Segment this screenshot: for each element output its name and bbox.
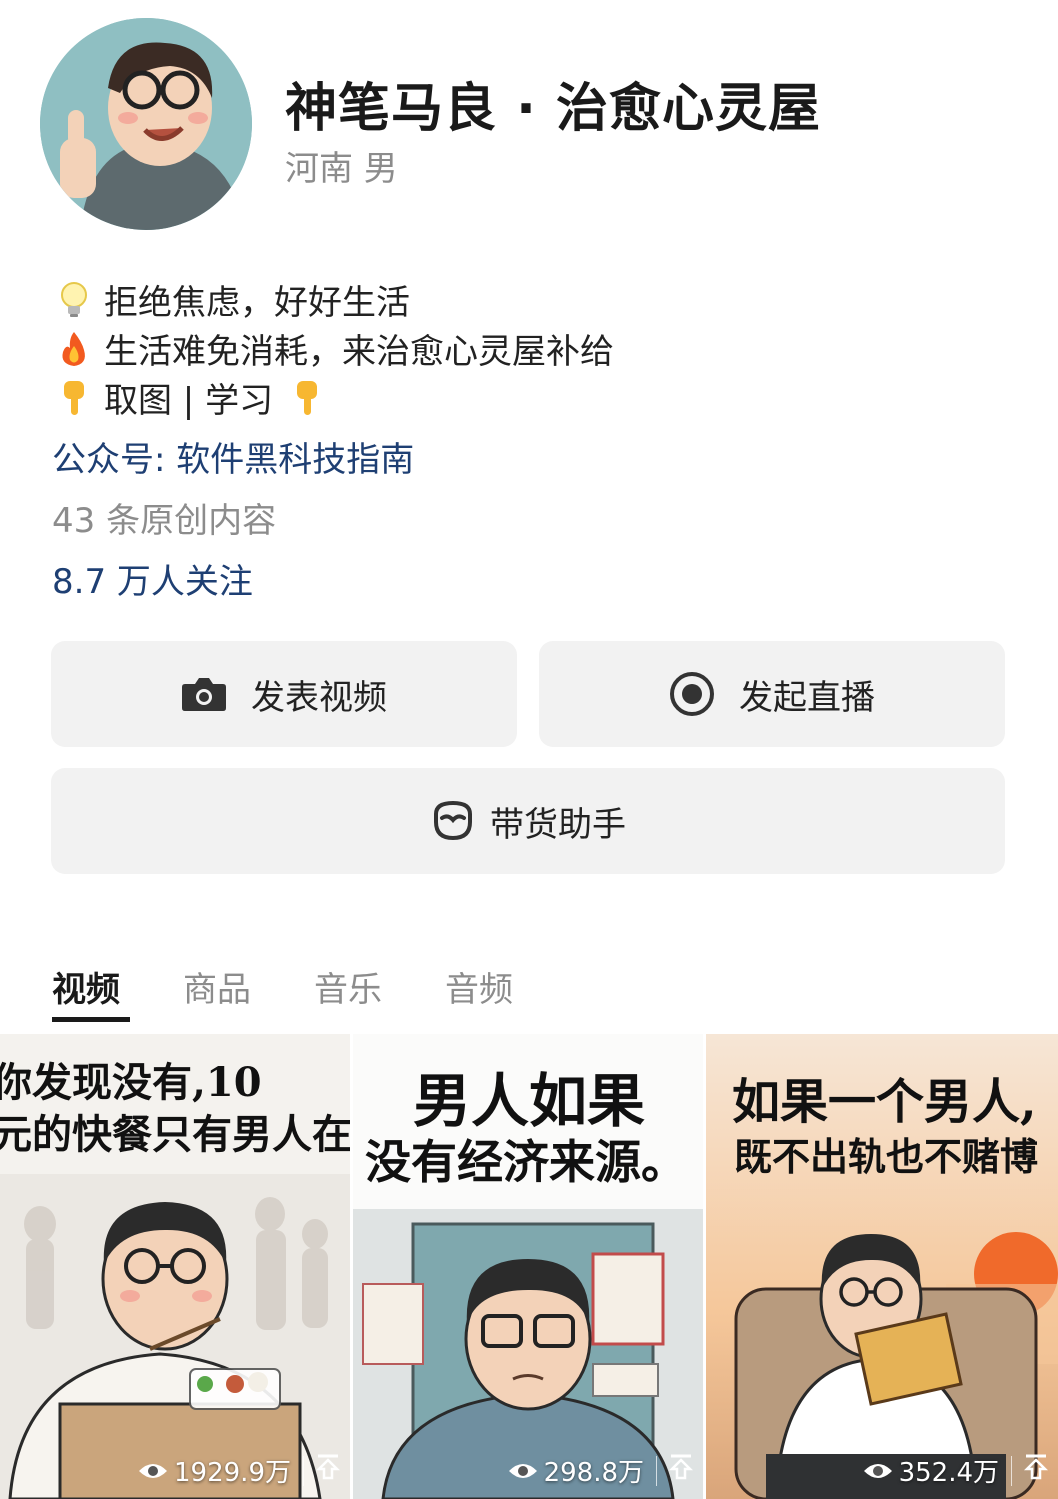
shop-helper-icon: [430, 800, 476, 842]
view-count: 298.8万: [543, 1458, 644, 1488]
video-stats: 352.4万: [863, 1452, 1049, 1489]
video-caption: 你发现没有,10: [0, 1059, 262, 1106]
video-caption: 既不出轨也不赌博: [734, 1134, 1039, 1179]
eye-icon: [863, 1461, 893, 1481]
bio-line: 拒绝焦虑，好好生活: [54, 275, 614, 324]
eye-icon: [138, 1461, 168, 1481]
tab-audio[interactable]: 音频: [445, 962, 513, 1020]
pin-top-icon[interactable]: [315, 1454, 341, 1487]
eye-icon: [508, 1461, 538, 1481]
video-stats: 298.8万: [508, 1452, 694, 1489]
post-video-label: 发表视频: [251, 677, 387, 718]
live-record-icon: [669, 671, 715, 717]
profile-name: 神笔马良 · 治愈心灵屋: [285, 79, 821, 139]
content-tabs: 视频 商品 音乐 音频: [52, 962, 576, 1022]
bio-text: 取图 | 学习: [104, 381, 274, 421]
profile-bio: 拒绝焦虑，好好生活 生活难免消耗，来治愈心灵屋补给 取图 | 学习: [54, 275, 614, 422]
pointing-down-icon: [54, 379, 94, 417]
video-grid: 你发现没有,10 元的快餐只有男人在吃 1929.9万: [0, 1034, 1058, 1499]
tab-products[interactable]: 商品: [183, 962, 251, 1020]
start-live-label: 发起直播: [739, 677, 875, 718]
start-live-button[interactable]: 发起直播: [539, 641, 1005, 747]
profile-meta: 河南 男: [285, 149, 398, 189]
tab-videos[interactable]: 视频: [52, 962, 130, 1022]
video-card[interactable]: 男人如果 没有经济来源。 298.8万: [353, 1034, 703, 1499]
view-count: 1929.9万: [174, 1458, 291, 1488]
shop-helper-label: 带货助手: [490, 804, 626, 845]
video-card[interactable]: 你发现没有,10 元的快餐只有男人在吃 1929.9万: [0, 1034, 350, 1499]
bio-text: 拒绝焦虑，好好生活: [104, 283, 410, 323]
tab-music[interactable]: 音乐: [314, 962, 382, 1020]
original-content-count: 43 条原创内容: [52, 501, 277, 541]
profile-avatar[interactable]: [40, 18, 252, 230]
view-count: 352.4万: [898, 1458, 999, 1488]
video-caption: 元的快餐只有男人在吃: [0, 1111, 350, 1158]
post-video-button[interactable]: 发表视频: [51, 641, 517, 747]
shop-helper-button[interactable]: 带货助手: [51, 768, 1005, 874]
pointing-down-icon: [287, 379, 327, 417]
camera-icon: [181, 676, 227, 712]
fire-icon: [54, 330, 94, 368]
lightbulb-icon: [54, 281, 94, 319]
bio-line: 生活难免消耗，来治愈心灵屋补给: [54, 324, 614, 373]
bio-text: 生活难免消耗，来治愈心灵屋补给: [104, 332, 614, 372]
video-caption: 没有经济来源。: [365, 1135, 687, 1189]
video-card[interactable]: 如果一个男人, 既不出轨也不赌博 352.4万: [706, 1034, 1058, 1499]
pin-top-icon[interactable]: [1023, 1454, 1049, 1487]
video-caption: 如果一个男人,: [732, 1074, 1037, 1130]
official-account-link[interactable]: 公众号: 软件黑科技指南: [52, 432, 414, 481]
pin-top-icon[interactable]: [668, 1454, 694, 1487]
bio-line: 取图 | 学习: [54, 373, 614, 422]
followers-count[interactable]: 8.7 万人关注: [52, 554, 253, 603]
video-stats: 1929.9万: [138, 1452, 341, 1489]
